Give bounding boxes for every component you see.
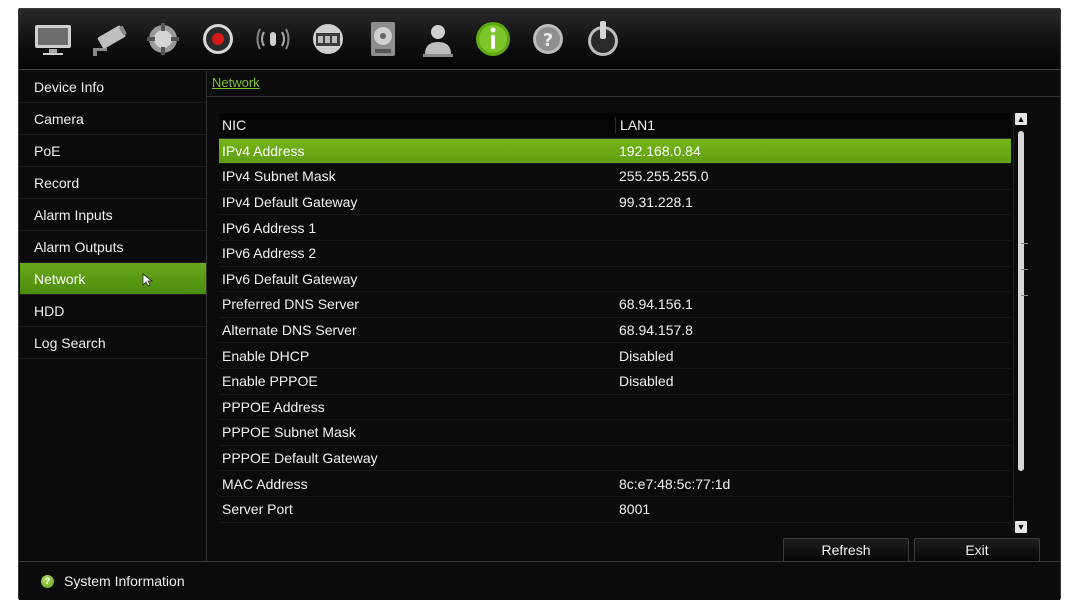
table-row[interactable]: IPv6 Default Gateway <box>219 267 1011 293</box>
sidebar-item-network[interactable]: Network <box>20 263 206 295</box>
sidebar: Device Info Camera PoE Record Alarm Inpu… <box>20 71 207 561</box>
sidebar-item-label: Network <box>34 271 86 287</box>
header-nic-label: NIC <box>222 117 247 134</box>
row-label: PPPOE Address <box>222 398 325 415</box>
scrollbar-tick <box>1021 243 1028 244</box>
info-icon[interactable] <box>471 17 515 61</box>
row-value[interactable]: 99.31.228.1 <box>615 194 1011 210</box>
sidebar-item-poe[interactable]: PoE <box>20 135 206 167</box>
table-scrollbar[interactable]: ▲ ▼ <box>1013 113 1028 533</box>
help-icon[interactable]: ? <box>526 17 570 61</box>
mouse-cursor-icon <box>142 273 153 287</box>
table-row[interactable]: Server Port 8001 <box>219 497 1011 523</box>
refresh-button[interactable]: Refresh <box>783 538 909 563</box>
power-icon[interactable] <box>581 17 625 61</box>
sidebar-item-label: Device Info <box>34 79 105 95</box>
sidebar-item-label: HDD <box>34 303 65 319</box>
network-settings-table: NIC LAN1 IPv4 Address 192.168.0.84 IPv4 S… <box>219 113 1011 523</box>
row-value[interactable]: 8c:e7:48:5c:77:1d <box>615 476 1011 492</box>
row-value[interactable]: Disabled <box>615 373 1011 389</box>
table-row[interactable]: IPv4 Default Gateway 99.31.228.1 <box>219 190 1011 216</box>
row-label: Server Port <box>222 501 293 518</box>
exit-button[interactable]: Exit <box>914 538 1040 563</box>
table-row[interactable]: PPPOE Address <box>219 395 1011 421</box>
svg-text:?: ? <box>543 30 553 51</box>
table-header-row: NIC LAN1 <box>219 113 1011 139</box>
row-value[interactable]: 192.168.0.84 <box>615 143 1011 159</box>
scroll-up-button[interactable]: ▲ <box>1015 113 1027 125</box>
table-row[interactable]: PPPOE Subnet Mask <box>219 420 1011 446</box>
sidebar-item-label: Camera <box>34 111 84 127</box>
user-icon[interactable] <box>416 17 460 61</box>
row-value[interactable]: 8001 <box>615 501 1011 517</box>
row-label: IPv4 Subnet Mask <box>222 168 336 185</box>
camera-icon[interactable] <box>86 17 130 61</box>
help-icon: ? <box>41 574 54 588</box>
row-value[interactable]: 255.255.255.0 <box>615 168 1011 184</box>
row-label: IPv6 Address 2 <box>222 245 317 262</box>
breadcrumb: Network <box>207 71 1060 97</box>
row-label: IPv6 Address 1 <box>222 219 317 236</box>
sidebar-item-log-search[interactable]: Log Search <box>20 327 206 359</box>
sidebar-item-record[interactable]: Record <box>20 167 206 199</box>
sidebar-item-alarm-outputs[interactable]: Alarm Outputs <box>20 231 206 263</box>
sidebar-item-camera[interactable]: Camera <box>20 103 206 135</box>
monitor-icon[interactable] <box>31 17 75 61</box>
table-row[interactable]: Alternate DNS Server 68.94.157.8 <box>219 318 1011 344</box>
sidebar-item-label: Alarm Inputs <box>34 207 113 223</box>
row-label: IPv4 Address <box>222 142 305 159</box>
table-row[interactable]: Enable PPPOE Disabled <box>219 369 1011 395</box>
table-row[interactable]: IPv6 Address 1 <box>219 215 1011 241</box>
scrollbar-tick <box>1021 269 1028 270</box>
row-label: IPv4 Default Gateway <box>222 194 358 211</box>
sidebar-item-label: Record <box>34 175 80 191</box>
sidebar-item-label: PoE <box>34 143 61 159</box>
row-label: PPPOE Default Gateway <box>222 450 378 467</box>
row-value[interactable]: 68.94.156.1 <box>615 296 1011 312</box>
row-label: PPPOE Subnet Mask <box>222 424 356 441</box>
sidebar-item-label: Log Search <box>34 335 106 351</box>
breadcrumb-network-link[interactable]: Network <box>212 75 260 90</box>
row-label: Enable PPPOE <box>222 373 318 390</box>
scroll-down-button[interactable]: ▼ <box>1015 521 1027 533</box>
sidebar-item-label: Alarm Outputs <box>34 239 124 255</box>
table-row[interactable]: PPPOE Default Gateway <box>219 446 1011 472</box>
ptz-icon[interactable] <box>141 17 185 61</box>
main-panel: Network NIC LAN1 IPv4 Address 192.168.0.8… <box>207 71 1060 563</box>
row-label: IPv6 Default Gateway <box>222 270 358 287</box>
hdd-icon[interactable] <box>361 17 405 61</box>
sidebar-item-alarm-inputs[interactable]: Alarm Inputs <box>20 199 206 231</box>
table-row[interactable]: Enable DHCP Disabled <box>219 343 1011 369</box>
alarm-icon[interactable] <box>251 17 295 61</box>
row-label: Alternate DNS Server <box>222 322 357 339</box>
app-window: ? Device Info Camera PoE Record Alarm In… <box>18 8 1061 600</box>
sidebar-item-device-info[interactable]: Device Info <box>20 71 206 103</box>
sidebar-item-hdd[interactable]: HDD <box>20 295 206 327</box>
status-bar: ? System Information <box>19 561 1060 600</box>
table-row[interactable]: IPv4 Address 192.168.0.84 <box>219 138 1011 165</box>
header-nic-value[interactable]: LAN1 <box>615 117 1011 134</box>
row-value[interactable]: Disabled <box>615 348 1011 364</box>
table-row[interactable]: MAC Address 8c:e7:48:5c:77:1d <box>219 471 1011 497</box>
network-icon[interactable] <box>306 17 350 61</box>
table-row[interactable]: IPv4 Subnet Mask 255.255.255.0 <box>219 164 1011 190</box>
row-label: Enable DHCP <box>222 347 310 364</box>
main-toolbar: ? <box>19 9 1060 70</box>
record-icon[interactable] <box>196 17 240 61</box>
status-label[interactable]: System Information <box>64 573 185 589</box>
scrollbar-tick <box>1021 295 1028 296</box>
table-row[interactable]: IPv6 Address 2 <box>219 241 1011 267</box>
row-value[interactable]: 68.94.157.8 <box>615 322 1011 338</box>
row-label: MAC Address <box>222 475 308 492</box>
table-row[interactable]: Preferred DNS Server 68.94.156.1 <box>219 292 1011 318</box>
scrollbar-thumb[interactable] <box>1018 131 1024 471</box>
row-label: Preferred DNS Server <box>222 296 359 313</box>
